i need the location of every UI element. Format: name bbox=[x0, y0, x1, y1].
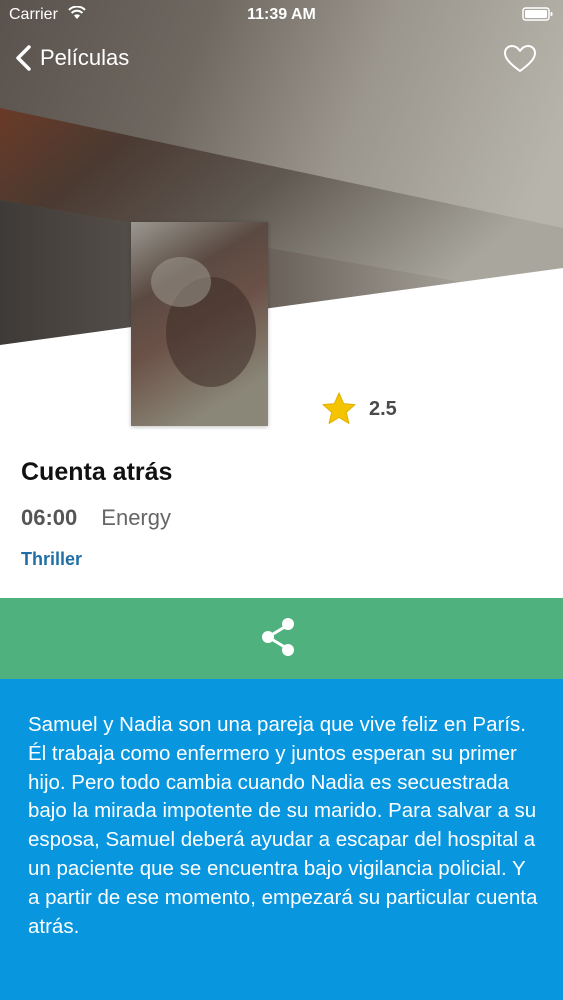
rating: 2.5 bbox=[321, 392, 397, 426]
broadcast-info: 06:00 Energy bbox=[21, 505, 171, 531]
chevron-left-icon bbox=[16, 45, 31, 71]
synopsis-panel: Samuel y Nadia son una pareja que vive f… bbox=[0, 679, 563, 1000]
hero-header: Carrier 11:39 AM Películas 2.5 bbox=[0, 0, 563, 430]
genre-label: Thriller bbox=[21, 549, 83, 569]
star-icon bbox=[322, 392, 356, 424]
clock: 11:39 AM bbox=[247, 6, 316, 23]
synopsis-text: Samuel y Nadia son una pareja que vive f… bbox=[28, 713, 538, 938]
movie-title: Cuenta atrás bbox=[21, 458, 173, 486]
battery-icon bbox=[522, 7, 553, 21]
status-bar: Carrier 11:39 AM bbox=[0, 0, 563, 30]
poster-image bbox=[131, 222, 268, 426]
channel-name: Energy bbox=[101, 505, 171, 530]
back-label: Películas bbox=[40, 45, 130, 70]
showtime: 06:00 bbox=[21, 505, 78, 530]
share-icon bbox=[262, 618, 294, 656]
heart-icon[interactable] bbox=[503, 44, 537, 74]
rating-value: 2.5 bbox=[369, 397, 397, 420]
back-button[interactable]: Películas bbox=[14, 40, 129, 76]
